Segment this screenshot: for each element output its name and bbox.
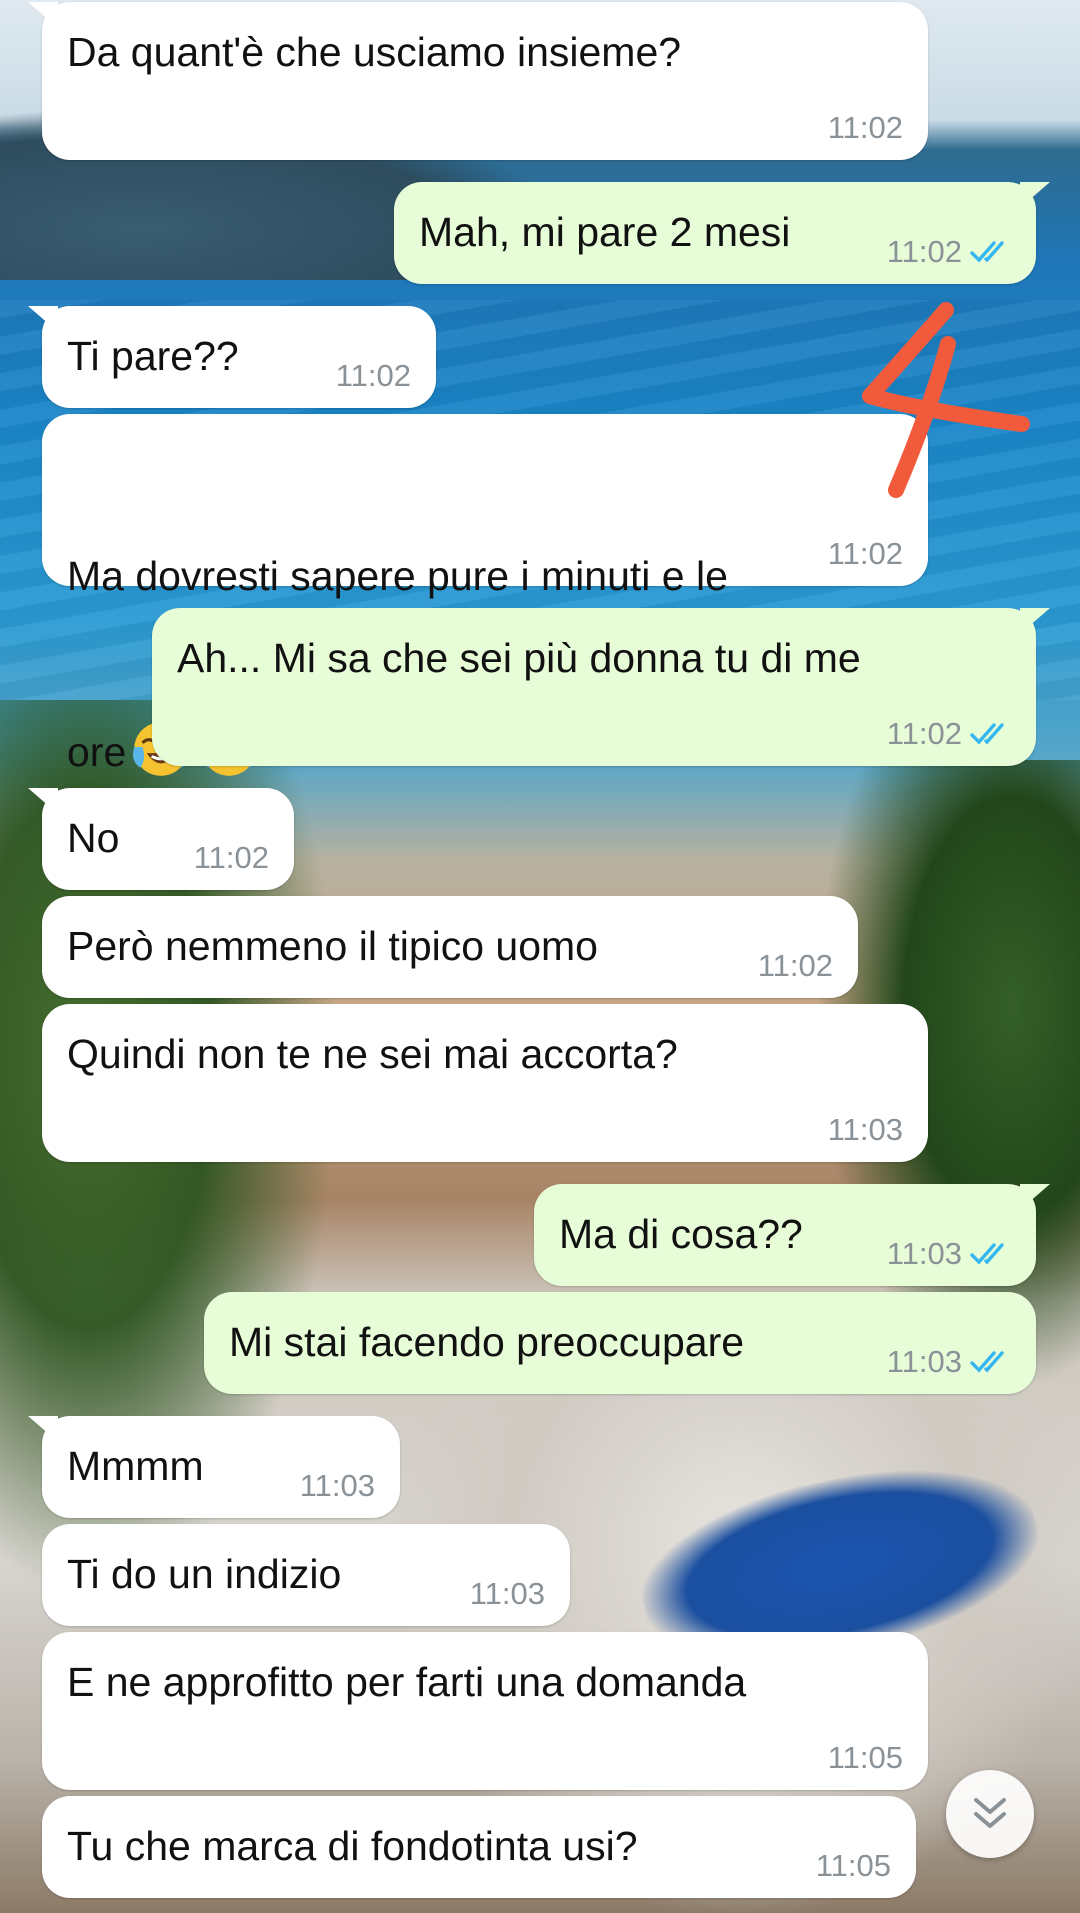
bubble-tail <box>28 306 58 332</box>
message-text: E ne approfitto per farti una domanda <box>67 1659 747 1705</box>
message-time: 11:02 <box>827 110 903 145</box>
message-bubble-incoming[interactable]: Ti pare?? 11:02 <box>28 306 436 408</box>
message-time: 11:02 <box>827 536 903 571</box>
message-time: 11:03 <box>299 1468 375 1503</box>
scroll-to-bottom-button[interactable] <box>946 1770 1034 1858</box>
message-bubble-outgoing[interactable]: Mi stai facendo preoccupare 11:03 <box>204 1292 1036 1394</box>
message-text-continued: ore <box>67 729 127 775</box>
message-time: 11:02 <box>193 840 269 875</box>
message-bubble-incoming[interactable]: Ma dovresti sapere pure i minuti e le or… <box>42 414 928 776</box>
message-time: 11:02 <box>886 234 962 269</box>
message-time: 11:03 <box>827 1112 903 1147</box>
message-text: Da quant'è che usciamo insieme? <box>67 29 682 75</box>
double-check-icon <box>970 1351 1004 1373</box>
message-text: Tu che marca di fondotinta usi? <box>67 1823 638 1869</box>
message-bubble-outgoing[interactable]: Mah, mi pare 2 mesi 11:02 <box>394 182 1050 284</box>
bubble-tail <box>1020 1184 1050 1210</box>
message-text: Quindi non te ne sei mai accorta? <box>67 1031 678 1077</box>
message-time: 11:03 <box>886 1344 962 1379</box>
message-text: Ah... Mi sa che sei più donna tu di me <box>177 635 861 681</box>
message-bubble-incoming[interactable]: Ti do un indizio 11:03 <box>42 1524 570 1626</box>
bubble-tail <box>28 2 58 28</box>
double-check-icon <box>970 241 1004 263</box>
bubble-tail <box>28 788 58 814</box>
message-time: 11:02 <box>335 358 411 393</box>
bubble-tail <box>1020 182 1050 208</box>
message-bubble-outgoing[interactable]: Ah... Mi sa che sei più donna tu di me 1… <box>152 608 1050 766</box>
annotation-number-4 <box>862 302 1030 498</box>
message-bubble-incoming[interactable]: Da quant'è che usciamo insieme? 11:02 <box>28 2 928 160</box>
message-bubble-incoming[interactable]: Tu che marca di fondotinta usi? 11:05 <box>42 1796 916 1898</box>
message-time: 11:03 <box>886 1236 962 1271</box>
message-time: 11:03 <box>469 1576 545 1611</box>
message-time: 11:02 <box>757 948 833 983</box>
message-bubble-incoming[interactable]: Quindi non te ne sei mai accorta? 11:03 <box>42 1004 928 1162</box>
message-bubble-incoming[interactable]: No 11:02 <box>28 788 294 890</box>
double-check-icon <box>970 723 1004 745</box>
message-list[interactable]: Da quant'è che usciamo insieme? 11:02 Ma… <box>0 0 1080 1913</box>
message-bubble-outgoing[interactable]: Ma di cosa?? 11:03 <box>534 1184 1050 1286</box>
message-bubble-incoming[interactable]: E ne approfitto per farti una domanda 11… <box>42 1632 928 1790</box>
message-bubble-incoming[interactable]: Mmmm 11:03 <box>28 1416 400 1518</box>
message-text: Però nemmeno il tipico uomo <box>67 923 598 969</box>
message-time: 11:05 <box>827 1740 903 1775</box>
bubble-tail <box>1020 608 1050 634</box>
message-time: 11:05 <box>815 1848 891 1883</box>
message-bubble-incoming[interactable]: Però nemmeno il tipico uomo 11:02 <box>42 896 858 998</box>
double-check-icon <box>970 1243 1004 1265</box>
double-chevron-down-icon <box>974 1798 1006 1828</box>
message-text: Ma dovresti sapere pure i minuti e le <box>67 553 728 599</box>
message-time: 11:02 <box>886 716 962 751</box>
bubble-tail <box>28 1416 58 1442</box>
